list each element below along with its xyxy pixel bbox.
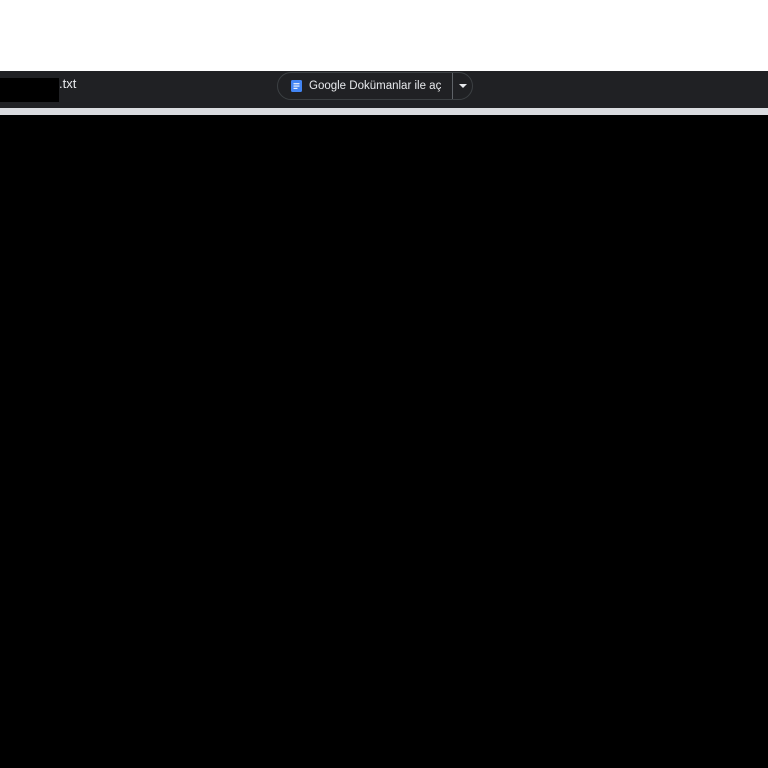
toolbar-divider — [0, 108, 768, 115]
google-docs-icon — [291, 80, 302, 92]
open-with-button-group: Google Dokümanlar ile aç — [277, 72, 473, 100]
file-name: .txt — [0, 76, 76, 102]
open-with-label: Google Dokümanlar ile aç — [309, 80, 442, 92]
document-content-area — [0, 115, 768, 768]
page: .txt Google Dokümanlar ile aç — [0, 0, 768, 768]
open-with-dropdown-button[interactable] — [453, 73, 472, 99]
caret-down-icon — [458, 84, 467, 88]
open-with-google-docs-button[interactable]: Google Dokümanlar ile aç — [278, 73, 454, 99]
redacted-file-name — [0, 78, 59, 102]
file-viewer-toolbar: .txt Google Dokümanlar ile aç — [0, 71, 768, 108]
file-extension: .txt — [59, 76, 77, 91]
top-blank-area — [0, 0, 768, 71]
